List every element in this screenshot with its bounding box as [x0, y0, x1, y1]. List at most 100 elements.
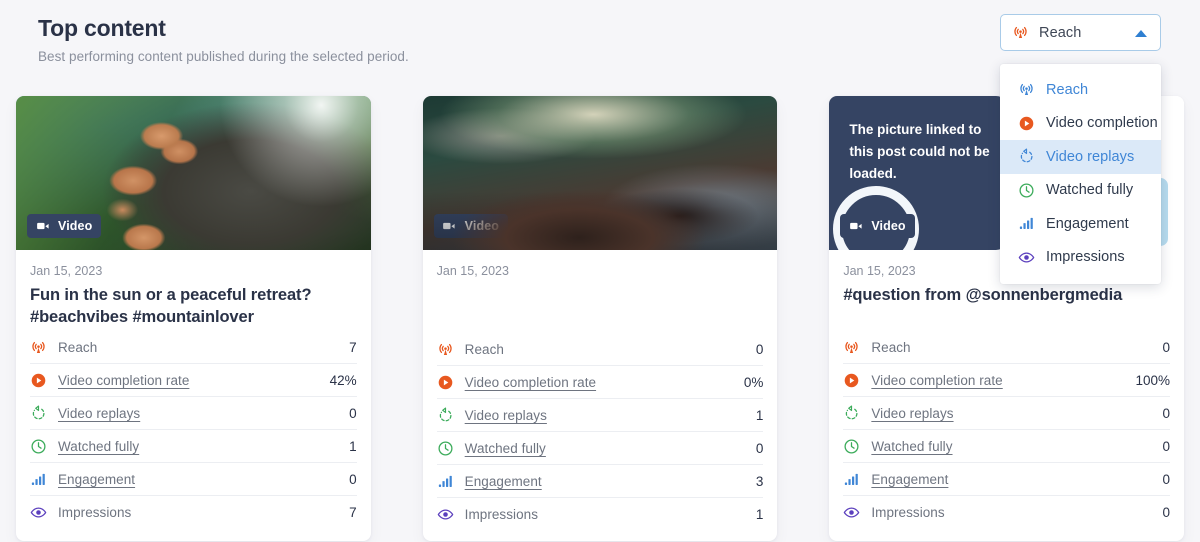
metric-label[interactable]: Video completion rate [871, 373, 1135, 388]
card-title [437, 284, 764, 330]
metric-label[interactable]: Watched fully [465, 441, 756, 456]
metric-value: 7 [349, 505, 357, 520]
video-camera-icon [34, 218, 51, 235]
clock-icon [30, 438, 47, 455]
video-camera-icon [441, 218, 458, 235]
metric-label[interactable]: Video replays [465, 408, 756, 423]
top-content-panel: Top content Best performing content publ… [0, 0, 1200, 542]
metric-label[interactable]: Engagement [871, 472, 1162, 487]
eye-icon [843, 504, 860, 521]
card-body: Jan 15, 2023 Fun in the sun or a peacefu… [16, 250, 371, 539]
bar-chart-icon [437, 473, 454, 490]
metric-row[interactable]: Video replays 1 [436, 399, 764, 432]
content-card[interactable]: Video Jan 15, 2023 Reach 0 Video complet… [422, 96, 778, 541]
metric-value: 0 [349, 405, 357, 421]
metric-menu-item-label: Video completion r [1046, 115, 1161, 132]
metric-label[interactable]: Watched fully [871, 439, 1162, 454]
metric-label: Reach [464, 341, 504, 357]
metric-select-menu: Reach Video completion r Video replays W… [1000, 64, 1161, 284]
play-circle-icon [843, 372, 860, 389]
video-type-badge: Video [27, 214, 102, 238]
card-thumbnail-image: Video [422, 96, 778, 250]
metric-row[interactable]: Video replays 0 [843, 397, 1171, 430]
card-publish-date: Jan 15, 2023 [30, 264, 103, 278]
metric-value: 7 [349, 339, 357, 355]
metric-label: Impressions [464, 507, 538, 522]
metric-row[interactable]: Video replays 0 [30, 397, 357, 430]
metric-label[interactable]: Watched fully [58, 439, 349, 454]
play-circle-icon [1018, 115, 1035, 132]
metric-row[interactable]: Video completion rate 0% [436, 366, 764, 399]
metric-row: Reach 7 [30, 331, 357, 364]
metric-label[interactable]: Engagement [58, 472, 349, 487]
video-badge-label: Video [464, 219, 499, 233]
metric-value: 3 [755, 473, 764, 489]
metric-select-button[interactable]: Reach [1000, 14, 1161, 51]
video-camera-icon [847, 218, 864, 235]
metric-label[interactable]: Video replays [58, 406, 349, 421]
metric-value: 100% [1135, 372, 1171, 388]
metric-label: Impressions [871, 505, 945, 520]
metric-label: Impressions [58, 505, 132, 520]
bar-chart-icon [1018, 215, 1035, 232]
metric-menu-item-video-replays[interactable]: Video replays [1000, 140, 1161, 174]
metric-menu-item-reach[interactable]: Reach [1000, 73, 1161, 107]
card-title: #question from @sonnenbergmedia [843, 286, 1123, 304]
card-metrics-list: Reach 0 Video completion rate 100% Video… [843, 331, 1171, 529]
metric-label[interactable]: Video completion rate [465, 375, 744, 390]
clock-icon [1018, 182, 1035, 199]
play-circle-icon [437, 374, 454, 391]
metric-row: Reach 0 [436, 333, 764, 366]
metric-menu-item-video-completion-r[interactable]: Video completion r [1000, 107, 1161, 141]
metric-label[interactable]: Video completion rate [58, 373, 330, 388]
card-body: Jan 15, 2023 #question from @sonnenbergm… [829, 250, 1184, 539]
eye-icon [30, 504, 47, 521]
metric-row[interactable]: Engagement 0 [843, 463, 1171, 496]
metric-row: Impressions 0 [843, 496, 1170, 529]
chevron-up-icon[interactable] [1135, 29, 1147, 37]
video-type-badge: Video [840, 214, 915, 238]
eye-icon [437, 506, 454, 523]
metric-value: 0 [1162, 505, 1171, 520]
bar-chart-icon [30, 471, 47, 488]
broadcast-icon [437, 341, 454, 358]
replay-icon [437, 407, 454, 424]
metric-menu-item-label: Impressions [1046, 249, 1125, 266]
metric-row[interactable]: Watched fully 0 [843, 430, 1171, 463]
video-badge-label: Video [871, 219, 906, 233]
card-metrics-list: Reach 7 Video completion rate 42% Video … [30, 331, 357, 529]
page-title: Top content [38, 15, 166, 41]
broken-image-message: The picture linked to this post could no… [849, 122, 990, 181]
card-body: Jan 15, 2023 Reach 0 Video completion ra… [423, 250, 778, 541]
metric-value: 0 [1162, 405, 1171, 421]
metric-row[interactable]: Engagement 3 [436, 465, 764, 498]
metric-menu-item-watched-fully[interactable]: Watched fully [1000, 174, 1161, 208]
metric-menu-item-engagement[interactable]: Engagement [1000, 207, 1161, 241]
content-card[interactable]: Video Jan 15, 2023 Fun in the sun or a p… [16, 96, 371, 541]
metric-row[interactable]: Watched fully 0 [436, 432, 764, 465]
metric-row[interactable]: Video completion rate 42% [30, 364, 357, 397]
card-metrics-list: Reach 0 Video completion rate 0% Video r… [436, 333, 764, 531]
replay-icon [843, 405, 860, 422]
metric-label[interactable]: Video replays [871, 406, 1162, 421]
replay-icon [1018, 148, 1035, 165]
metric-label[interactable]: Engagement [465, 474, 756, 489]
metric-menu-item-impressions[interactable]: Impressions [1000, 241, 1161, 275]
metric-menu-item-label: Watched fully [1046, 182, 1134, 199]
broadcast-icon [843, 339, 860, 356]
metric-row: Impressions 1 [437, 498, 763, 531]
metric-value: 1 [755, 407, 764, 423]
metric-row[interactable]: Engagement 0 [30, 463, 357, 496]
broadcast-icon [1018, 81, 1035, 98]
metric-row: Impressions 7 [30, 496, 357, 529]
card-publish-date: Jan 15, 2023 [436, 264, 509, 278]
metric-row[interactable]: Video completion rate 100% [843, 364, 1171, 397]
replay-icon [30, 405, 47, 422]
video-type-badge: Video [433, 214, 508, 238]
bar-chart-icon [843, 471, 860, 488]
video-badge-label: Video [58, 219, 93, 233]
metric-label: Reach [58, 339, 98, 355]
metric-row[interactable]: Watched fully 1 [30, 430, 357, 463]
metric-menu-item-label: Video replays [1046, 148, 1135, 165]
metric-select-value: Reach [1039, 24, 1082, 41]
